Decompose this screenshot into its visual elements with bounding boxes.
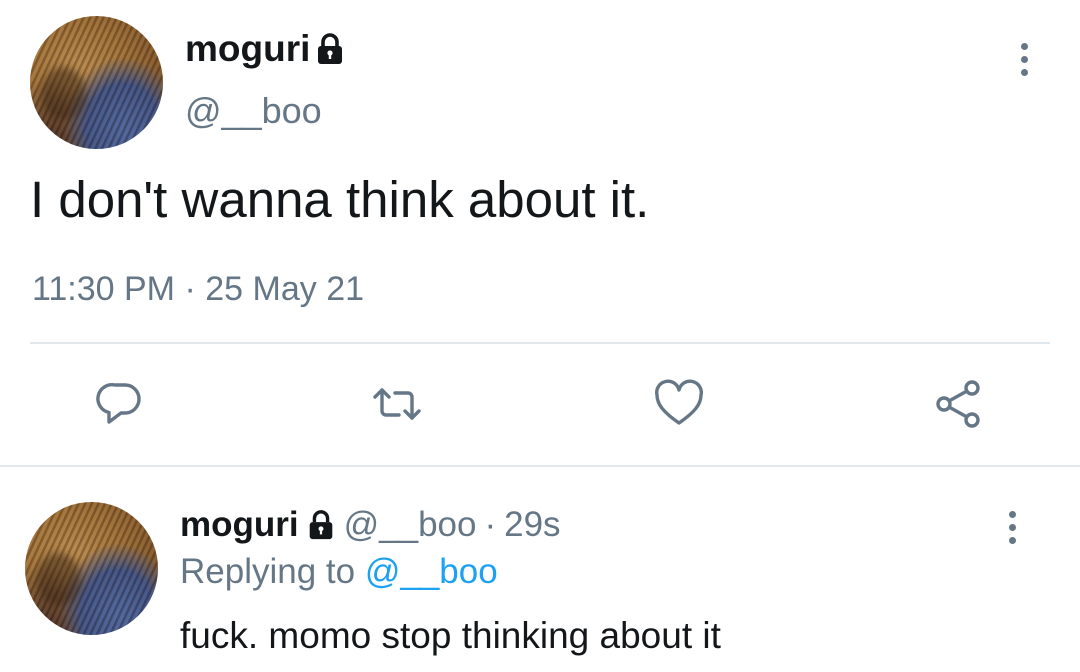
- share-icon: [936, 380, 980, 428]
- tweet-text: I don't wanna think about it.: [30, 171, 650, 228]
- reply-text: fuck. momo stop thinking about it: [180, 615, 721, 656]
- heart-icon: [655, 379, 703, 425]
- reply-button[interactable]: [92, 376, 148, 432]
- separator-dot: ·: [184, 270, 196, 308]
- separator-dot: ·: [484, 505, 497, 544]
- avatar[interactable]: [30, 16, 163, 149]
- lock-icon: [315, 32, 345, 66]
- display-name[interactable]: moguri: [185, 28, 310, 70]
- user-handle[interactable]: @__boo: [344, 505, 477, 545]
- like-button[interactable]: [651, 376, 707, 432]
- divider: [0, 465, 1080, 467]
- more-options-icon[interactable]: [1000, 505, 1024, 549]
- replying-to-label: Replying to: [180, 552, 356, 591]
- replying-to: Replying to @__boo: [180, 552, 498, 592]
- reply-header: moguri @__boo · 29s: [180, 505, 561, 545]
- tweet-timestamp[interactable]: 11:30 PM · 25 May 21: [32, 270, 364, 309]
- divider: [30, 342, 1050, 344]
- retweet-button[interactable]: [369, 376, 425, 432]
- user-handle[interactable]: @__boo: [185, 90, 322, 132]
- tweet-age[interactable]: 29s: [504, 505, 560, 545]
- lock-icon: [306, 509, 336, 541]
- display-name[interactable]: moguri: [180, 505, 299, 545]
- tweet-date: 25 May 21: [205, 270, 365, 308]
- retweet-icon: [373, 388, 421, 420]
- more-options-icon[interactable]: [1012, 37, 1036, 81]
- tweet-time: 11:30 PM: [32, 270, 176, 308]
- replying-to-link[interactable]: @__boo: [365, 552, 498, 591]
- share-button[interactable]: [932, 376, 988, 432]
- reply-icon: [96, 382, 141, 424]
- avatar[interactable]: [25, 502, 158, 635]
